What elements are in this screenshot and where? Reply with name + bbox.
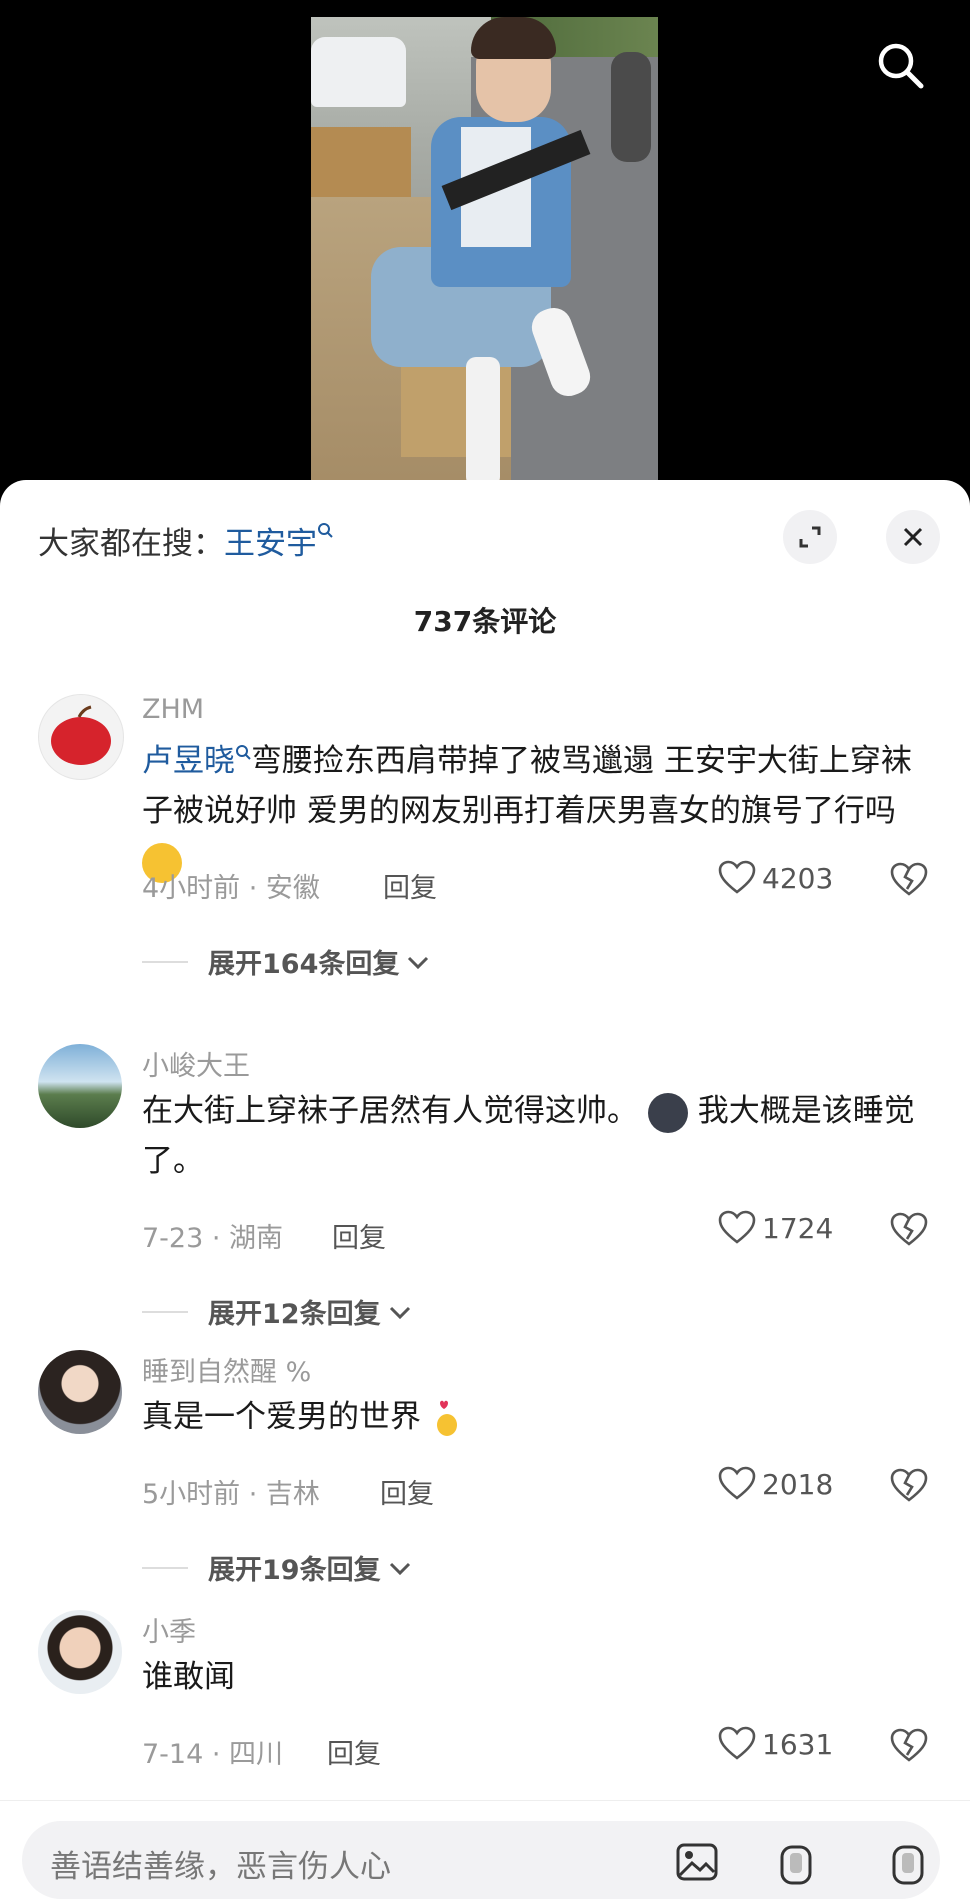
comment-input-placeholder: 善语结善缘，恶言伤人心: [50, 1849, 391, 1885]
fullscreen-icon: [799, 526, 821, 548]
expand-replies-button[interactable]: 展开12条回复: [142, 1292, 413, 1331]
comment-text: 真是一个爱男的世界: [142, 1392, 932, 1442]
finger-heart-emoji-icon: [436, 1400, 457, 1436]
search-icon: [236, 745, 251, 760]
expand-button[interactable]: [783, 510, 837, 564]
chevron-down-icon: [408, 956, 429, 969]
emoji-panel-icon[interactable]: [890, 1843, 926, 1887]
reply-button[interactable]: 回复: [332, 1216, 386, 1255]
avatar[interactable]: [38, 1350, 122, 1434]
search-icon[interactable]: [875, 40, 925, 90]
dislike-button[interactable]: [890, 1212, 928, 1252]
username[interactable]: 睡到自然醒 %: [142, 1350, 311, 1389]
broken-heart-icon: [890, 862, 928, 896]
video-frame[interactable]: [311, 17, 658, 490]
comment-text: 谁敢闻: [142, 1659, 235, 1695]
expand-label: 展开164条回复: [208, 949, 400, 980]
video-person-leg: [466, 357, 500, 487]
heart-icon: [718, 860, 756, 894]
expand-replies-button[interactable]: 展开164条回复: [142, 942, 431, 981]
avatar[interactable]: [38, 694, 124, 780]
comment-count: 737条评论: [413, 605, 557, 638]
video-person-hair: [471, 17, 556, 59]
hot-search-bar[interactable]: 大家都在搜：王安宇: [38, 518, 333, 563]
heart-icon: [718, 1210, 756, 1244]
like-button[interactable]: 1631: [718, 1726, 833, 1762]
comment-meta: 7-14 · 四川: [142, 1739, 284, 1770]
mention-link[interactable]: 卢昱晓: [142, 743, 235, 779]
comment-body: 弯腰捡东西肩带掉了被骂邋遢 王安宇大街上穿袜子被说好帅 爱男的网友别再打着厌男喜…: [142, 743, 912, 829]
reply-button[interactable]: 回复: [327, 1732, 381, 1771]
comment-body: 在大街上穿袜子居然有人觉得这帅。: [142, 1093, 638, 1129]
comment-input[interactable]: 善语结善缘，恶言伤人心: [22, 1821, 940, 1899]
video-cyclist: [611, 52, 651, 162]
divider-line: [142, 1566, 188, 1569]
chevron-down-icon: [389, 1562, 410, 1575]
like-count: 4203: [762, 861, 834, 895]
comment-item: ZHM 卢昱晓 弯腰捡东西肩带掉了被骂邋遢 王安宇大街上穿袜子被说好帅 爱男的网友…: [0, 694, 970, 980]
comment-item: 睡到自然醒 % 真是一个爱男的世界 5小时前 · 吉林 回复 2018 展开19…: [0, 1350, 970, 1586]
comment-item: 小峻大王 在大街上穿袜子居然有人觉得这帅。 我大概是该睡觉了。 7-23 · 湖…: [0, 1044, 970, 1330]
hot-search-prefix: 大家都在搜：: [38, 526, 224, 562]
search-icon: [318, 523, 333, 538]
avatar[interactable]: [38, 1610, 122, 1694]
video-area[interactable]: [0, 0, 970, 490]
dislike-button[interactable]: [890, 1468, 928, 1508]
broken-heart-icon: [890, 1728, 928, 1762]
comment-body: 真是一个爱男的世界: [142, 1399, 421, 1435]
expand-replies-button[interactable]: 展开19条回复: [142, 1548, 413, 1587]
expand-label: 展开12条回复: [208, 1299, 381, 1330]
hot-search-keyword[interactable]: 王安宇: [224, 526, 317, 562]
comment-meta: 4小时前 · 安徽: [142, 873, 320, 904]
username[interactable]: 小峻大王: [142, 1044, 250, 1083]
comment-input-bar: 善语结善缘，恶言伤人心: [0, 1800, 970, 1900]
video-car: [311, 37, 406, 107]
dark-face-emoji-icon: [647, 1092, 688, 1133]
like-button[interactable]: 4203: [718, 860, 833, 896]
close-button[interactable]: [886, 510, 940, 564]
like-count: 1631: [762, 1727, 834, 1761]
dislike-button[interactable]: [890, 862, 928, 902]
chevron-down-icon: [389, 1306, 410, 1319]
comment-meta: 5小时前 · 吉林: [142, 1479, 320, 1510]
like-count: 1724: [762, 1211, 834, 1245]
sticker-icon[interactable]: [778, 1843, 814, 1887]
expand-label: 展开19条回复: [208, 1555, 381, 1586]
comment-panel: 大家都在搜：王安宇 737条评论 ZHM 卢昱晓 弯腰捡东西肩带掉了被骂邋遢 王安…: [0, 480, 970, 1899]
broken-heart-icon: [890, 1212, 928, 1246]
dislike-button[interactable]: [890, 1728, 928, 1768]
like-button[interactable]: 2018: [718, 1466, 833, 1502]
like-button[interactable]: 1724: [718, 1210, 833, 1246]
divider-line: [142, 1310, 188, 1313]
reply-button[interactable]: 回复: [380, 1472, 434, 1511]
comment-text: 在大街上穿袜子居然有人觉得这帅。 我大概是该睡觉了。: [142, 1086, 932, 1186]
close-icon: [903, 527, 923, 547]
image-icon[interactable]: [676, 1843, 718, 1881]
heart-icon: [718, 1466, 756, 1500]
avatar[interactable]: [38, 1044, 122, 1128]
heart-icon: [718, 1726, 756, 1760]
like-count: 2018: [762, 1467, 834, 1501]
username[interactable]: ZHM: [142, 694, 204, 725]
broken-heart-icon: [890, 1468, 928, 1502]
username[interactable]: 小季: [142, 1610, 196, 1649]
comment-meta: 7-23 · 湖南: [142, 1223, 284, 1254]
reply-button[interactable]: 回复: [383, 866, 437, 905]
divider-line: [142, 960, 188, 963]
comment-item: 小季 谁敢闻 7-14 · 四川 回复 1631: [0, 1610, 970, 1790]
video-wall: [311, 127, 411, 207]
